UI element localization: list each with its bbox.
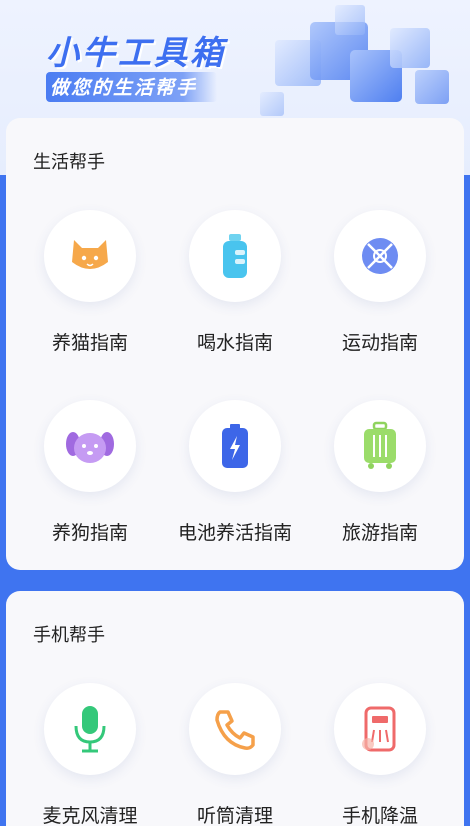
header-banner: 小牛工具箱 做您的生活帮手 xyxy=(0,0,470,120)
app-title: 小牛工具箱 xyxy=(46,33,226,72)
tool-icon-circle xyxy=(334,400,426,492)
cubes-illustration xyxy=(260,5,449,116)
tool-icon-circle xyxy=(334,683,426,775)
sports-ball-icon xyxy=(362,238,398,274)
tool-sports-guide[interactable]: 运动指南 xyxy=(304,210,454,380)
tool-phone-cooling[interactable]: 手机降温 xyxy=(304,683,454,826)
tool-label: 喝水指南 xyxy=(196,332,273,354)
battery-icon xyxy=(222,424,248,468)
life-helper-card: 生活帮手 养猫指南 喝水指南 运动指南 养狗指南 电池养活指南 旅游指南 xyxy=(6,118,464,570)
phone-receiver-icon xyxy=(215,710,255,750)
tool-label: 旅游指南 xyxy=(341,522,418,544)
tool-label: 运动指南 xyxy=(341,332,418,354)
phone-helper-card: 手机帮手 麦克风清理 听筒清理 手机降温 xyxy=(6,591,464,826)
tool-cat-guide[interactable]: 养猫指南 xyxy=(14,210,164,380)
tool-icon-circle xyxy=(189,400,281,492)
section-title: 生活帮手 xyxy=(33,152,105,173)
tool-dog-guide[interactable]: 养狗指南 xyxy=(14,400,164,570)
tool-icon-circle xyxy=(44,400,136,492)
section-title: 手机帮手 xyxy=(33,625,105,646)
tool-microphone-clean[interactable]: 麦克风清理 xyxy=(14,683,164,826)
app-subtitle: 做您的生活帮手 xyxy=(46,72,218,102)
luggage-icon xyxy=(364,421,396,469)
tool-travel-guide[interactable]: 旅游指南 xyxy=(304,400,454,570)
tool-receiver-clean[interactable]: 听筒清理 xyxy=(159,683,309,826)
tool-label: 麦克风清理 xyxy=(42,805,138,826)
tool-icon-circle xyxy=(189,683,281,775)
microphone-icon xyxy=(74,706,106,753)
tool-label: 手机降温 xyxy=(341,805,418,826)
tool-icon-circle xyxy=(189,210,281,302)
tool-icon-circle xyxy=(44,210,136,302)
tool-label: 养猫指南 xyxy=(51,332,128,354)
tool-icon-circle xyxy=(44,683,136,775)
tool-label: 养狗指南 xyxy=(51,522,128,544)
tool-label: 电池养活指南 xyxy=(177,522,292,544)
tool-label: 听筒清理 xyxy=(196,805,273,826)
phone-cooling-icon xyxy=(362,706,396,752)
tool-battery-guide[interactable]: 电池养活指南 xyxy=(159,400,309,570)
tool-icon-circle xyxy=(334,210,426,302)
dog-icon xyxy=(66,432,114,463)
tool-water-guide[interactable]: 喝水指南 xyxy=(159,210,309,380)
cat-icon xyxy=(72,240,108,269)
water-bottle-icon xyxy=(223,234,247,278)
